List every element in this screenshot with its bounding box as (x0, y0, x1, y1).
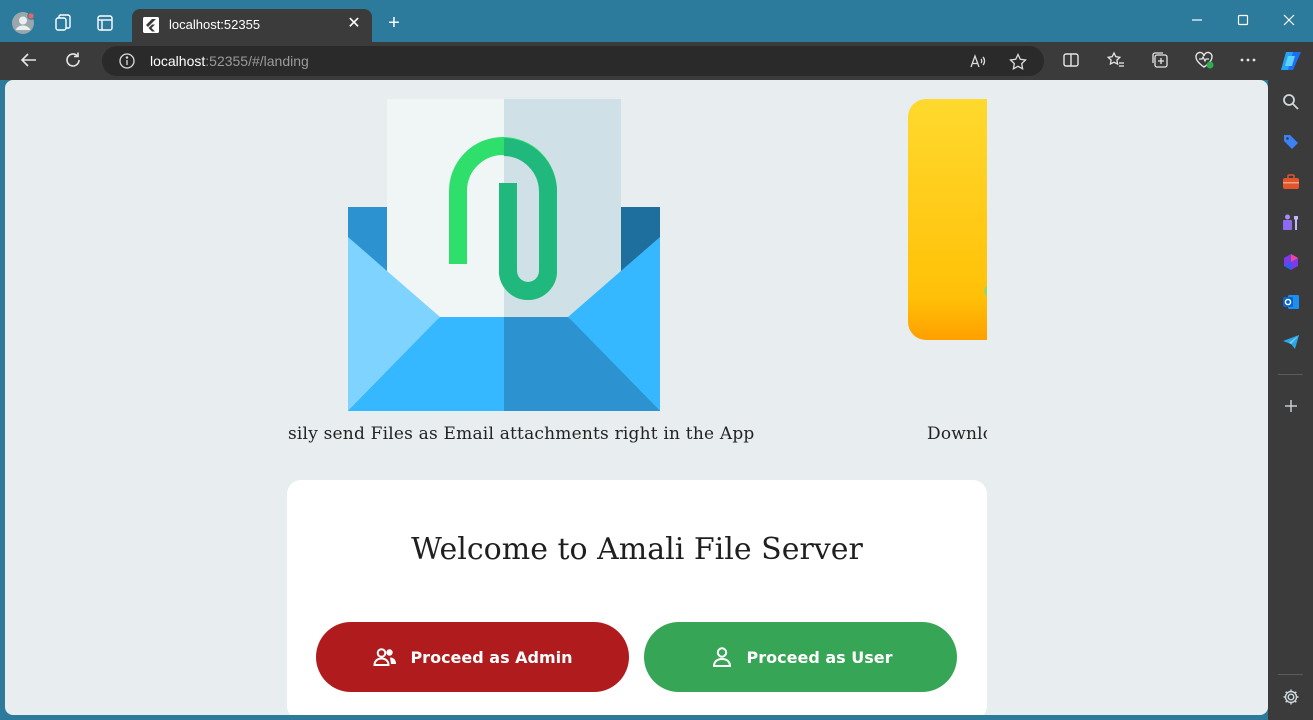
workspaces-icon[interactable] (52, 12, 74, 34)
minimize-icon[interactable] (1182, 10, 1212, 34)
welcome-card: Welcome to Amali File Server Proceed as … (287, 480, 987, 715)
favorites-icon[interactable] (1105, 50, 1127, 72)
address-url[interactable]: localhost:52355/#/landing (150, 53, 309, 69)
profile-avatar-icon[interactable] (12, 12, 35, 34)
games-icon[interactable] (1281, 212, 1301, 232)
admin-users-icon (373, 648, 397, 666)
read-aloud-icon[interactable] (968, 52, 988, 72)
sidebar-divider-bottom (1278, 674, 1303, 675)
favorite-star-icon[interactable] (1008, 52, 1028, 72)
page-title: Welcome to Amali File Server (411, 532, 863, 567)
close-window-icon[interactable] (1274, 10, 1304, 34)
add-icon[interactable] (1281, 396, 1301, 416)
settings-gear-icon[interactable] (1281, 687, 1301, 707)
page-viewport: sily send Files as Email attachments rig… (5, 80, 1268, 715)
yellow-folder-illustration-icon (908, 99, 987, 340)
proceed-as-admin-button[interactable]: Proceed as Admin (316, 622, 629, 692)
back-arrow-icon[interactable] (18, 50, 40, 72)
close-tab-icon[interactable]: ✕ (344, 14, 364, 34)
address-bar[interactable]: localhost:52355/#/landing (102, 46, 1044, 76)
search-icon[interactable] (1281, 92, 1301, 112)
browser-tab-active[interactable]: localhost:52355 ✕ (132, 9, 372, 42)
tools-briefcase-icon[interactable] (1281, 172, 1301, 192)
send-telegram-icon[interactable] (1281, 332, 1301, 352)
user-button-label: Proceed as User (746, 647, 893, 667)
collections-icon[interactable] (1149, 50, 1171, 72)
proceed-as-user-button[interactable]: Proceed as User (644, 622, 957, 692)
site-info-icon[interactable] (118, 52, 136, 70)
copilot-icon[interactable] (1278, 50, 1304, 72)
maximize-icon[interactable] (1228, 10, 1258, 34)
refresh-icon[interactable] (62, 50, 84, 72)
slide-caption-1: sily send Files as Email attachments rig… (288, 424, 755, 444)
browser-toolbar: localhost:52355/#/landing (0, 42, 1313, 80)
feature-carousel[interactable]: sily send Files as Email attachments rig… (288, 80, 987, 460)
outlook-icon[interactable] (1281, 292, 1301, 312)
split-screen-icon[interactable] (1060, 50, 1082, 72)
shopping-tag-icon[interactable] (1281, 132, 1301, 152)
edge-sidebar (1268, 80, 1313, 720)
tab-actions-icon[interactable] (94, 12, 116, 34)
address-path: :52355/#/landing (205, 53, 309, 69)
browser-essentials-icon[interactable] (1193, 50, 1215, 72)
address-host: localhost (150, 53, 206, 69)
slide-caption-2: Downlo (927, 424, 987, 444)
tab-title: localhost:52355 (169, 17, 261, 32)
browser-title-bar: localhost:52355 ✕ + (0, 0, 1313, 42)
more-menu-icon[interactable] (1237, 50, 1259, 72)
sidebar-divider (1278, 374, 1303, 375)
user-person-icon (712, 647, 731, 667)
microsoft-365-icon[interactable] (1281, 252, 1301, 272)
admin-button-label: Proceed as Admin (410, 647, 573, 667)
flutter-favicon-icon (143, 17, 159, 33)
new-tab-button[interactable]: + (383, 13, 405, 35)
email-attachment-illustration-icon (348, 99, 660, 411)
